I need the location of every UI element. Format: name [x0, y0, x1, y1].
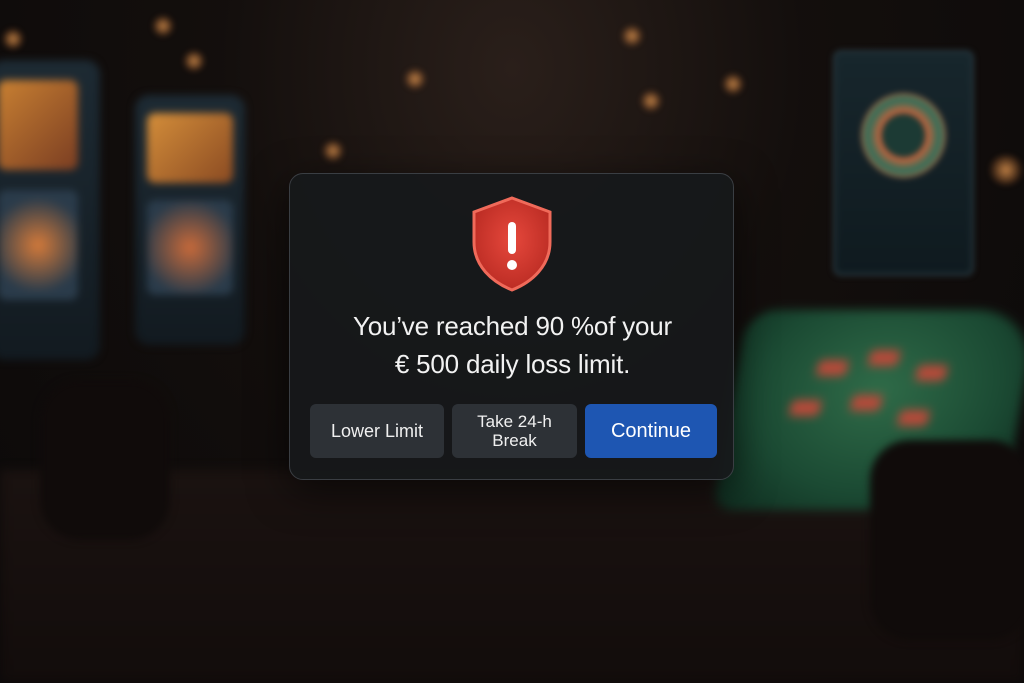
lower-limit-label: Lower Limit [330, 421, 424, 441]
roulette-display-monitor [833, 50, 974, 276]
dialog-actions: Lower Limit Take 24-h Break Continue [310, 404, 717, 458]
casino-background: You’ve reached 90 %of your € 500 daily l… [0, 0, 1024, 683]
ceiling-light [640, 90, 662, 112]
lower-limit-button[interactable]: Lower Limit [310, 404, 444, 458]
limit-warning-message: You’ve reached 90 %of your € 500 daily l… [310, 307, 715, 383]
continue-button[interactable]: Continue [585, 404, 717, 458]
slot-machine [0, 60, 100, 360]
take-break-label: Take 24-h Break [477, 412, 552, 450]
ceiling-light [152, 15, 174, 37]
take-break-label-line1: Take 24-h [477, 412, 552, 431]
bar-stool [40, 380, 170, 540]
slot-machine [135, 95, 245, 345]
ceiling-light [621, 25, 643, 47]
shield-alert-icon [472, 196, 552, 292]
ceiling-light [2, 28, 24, 50]
take-break-label-line2: Break [492, 431, 537, 450]
ceiling-light [404, 68, 426, 90]
take-break-button[interactable]: Take 24-h Break [452, 404, 577, 458]
ceiling-light [322, 140, 344, 162]
message-line-1: You’ve reached 90 %of your [352, 311, 673, 341]
continue-label: Continue [610, 420, 692, 442]
ceiling-light [183, 50, 205, 72]
ceiling-light [722, 73, 744, 95]
chair [870, 440, 1024, 640]
loss-limit-dialog: You’ve reached 90 %of your € 500 daily l… [289, 173, 734, 480]
message-line-2: € 500 daily loss limit. [394, 349, 631, 379]
ceiling-light [988, 155, 1024, 185]
